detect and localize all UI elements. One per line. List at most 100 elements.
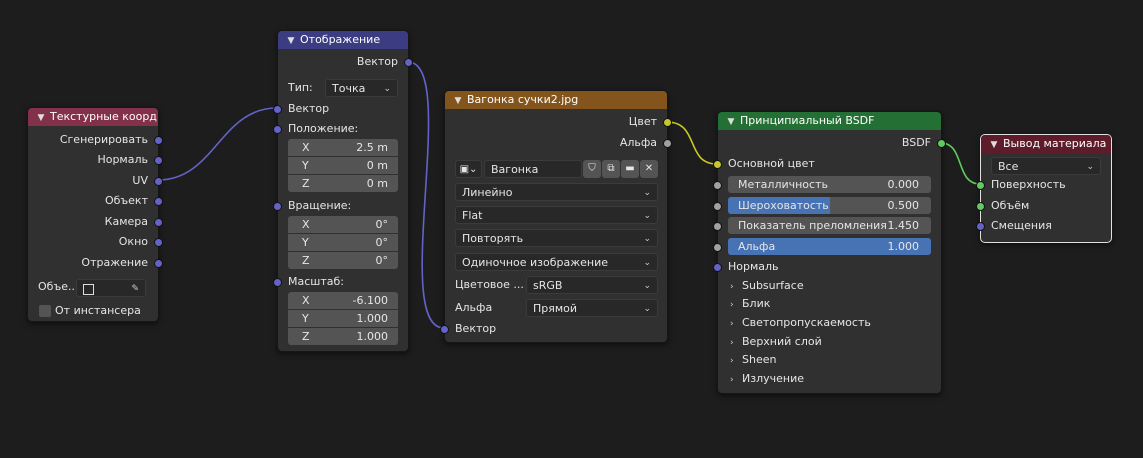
extension-dropdown[interactable]: Повторять ⌄ — [455, 229, 658, 247]
output-header[interactable]: ▼ Вывод материала — [981, 135, 1111, 153]
target-dropdown[interactable]: Все ⌄ — [991, 157, 1101, 175]
texcoord-header[interactable]: ▼ Текстурные коорд... — [28, 108, 158, 126]
scale-y[interactable]: Y 1.000 — [288, 310, 398, 327]
socket-mapping-in-vector[interactable] — [273, 105, 282, 114]
colorspace-dropdown[interactable]: sRGB ⌄ — [526, 276, 658, 294]
extension-value: Повторять — [462, 232, 524, 245]
type-dropdown[interactable]: Точка ⌄ — [325, 79, 398, 97]
socket-mapping-out-vector[interactable] — [404, 58, 413, 67]
socket-window[interactable] — [154, 238, 163, 247]
bsdf-header[interactable]: ▼ Принципиальный BSDF — [718, 112, 941, 130]
socket-generated[interactable] — [154, 136, 163, 145]
socket-normal[interactable] — [154, 156, 163, 165]
panel-emission[interactable]: › Излучение — [730, 370, 804, 388]
socket-rotation[interactable] — [273, 202, 282, 211]
socket-image-color[interactable] — [663, 118, 672, 127]
open-button[interactable]: ▬ — [621, 160, 639, 178]
socket-location[interactable] — [273, 125, 282, 134]
principled-bsdf-node[interactable]: ▼ Принципиальный BSDF BSDF Основной цвет … — [713, 111, 946, 394]
panel-coat[interactable]: › Верхний слой — [730, 333, 822, 351]
image-browse-button[interactable]: ▣⌄ — [455, 160, 482, 178]
output-title: Вывод материала — [1003, 137, 1107, 150]
chevron-down-icon[interactable]: ▼ — [453, 92, 463, 109]
socket-alpha[interactable] — [713, 243, 722, 252]
ior-slider[interactable]: Показатель преломления 1.450 — [728, 217, 931, 234]
location-y[interactable]: Y0 m — [288, 157, 398, 174]
link-bsdf-to-surface — [940, 142, 981, 185]
rotation-y[interactable]: Y 0° — [288, 234, 398, 251]
socket-metallic[interactable] — [713, 181, 722, 190]
alpha-slider[interactable]: Альфа 1.000 — [728, 238, 931, 255]
panel-transmission[interactable]: › Светопропускаемость — [730, 314, 871, 332]
instancer-checkbox[interactable] — [39, 305, 51, 317]
scale-x[interactable]: X -6.100 — [288, 292, 398, 309]
chevron-down-icon[interactable]: ▼ — [286, 32, 296, 49]
unlink-button[interactable]: ✕ — [640, 160, 658, 178]
image-texture-node[interactable]: ▼ Вагонка сучки2.jpg Цвет Альфа ▣⌄ Вагонк… — [440, 90, 672, 343]
shield-icon: ⛉ — [588, 163, 596, 174]
projection-dropdown[interactable]: Flat ⌄ — [455, 206, 658, 224]
socket-roughness[interactable] — [713, 202, 722, 211]
roughness-slider[interactable]: Шероховатость 0.500 — [728, 197, 931, 214]
output-object: Объект — [104, 194, 148, 207]
texture-coordinate-node[interactable]: ▼ Текстурные коорд... Сгенерировать Норма… — [27, 107, 163, 322]
socket-object[interactable] — [154, 197, 163, 206]
image-name-field[interactable]: Вагонка сучки2... — [484, 160, 582, 194]
chevron-down-icon[interactable]: ▼ — [989, 136, 999, 153]
object-picker[interactable]: ✎ — [76, 279, 146, 297]
mapping-header[interactable]: ▼ Отображение — [278, 31, 408, 49]
material-output-node[interactable]: ▼ Вывод материала Все ⌄ Поверхность Объём … — [976, 134, 1112, 243]
panel-specular[interactable]: › Блик — [730, 295, 770, 313]
output-reflection: Отражение — [81, 256, 148, 269]
location-x[interactable]: X 2.5 m — [288, 139, 398, 156]
socket-volume[interactable] — [976, 202, 985, 211]
socket-image-alpha[interactable] — [663, 139, 672, 148]
source-dropdown[interactable]: Одиночное изображение ⌄ — [455, 253, 658, 271]
rotation-z[interactable]: Z 0° — [288, 252, 398, 269]
socket-displacement[interactable] — [976, 222, 985, 231]
alpha-mode-dropdown[interactable]: Прямой ⌄ — [526, 299, 658, 317]
duplicate-button[interactable]: ⧉ — [602, 160, 620, 178]
alpha-mode-label: Альфа — [455, 301, 493, 314]
output-generated: Сгенерировать — [59, 133, 148, 146]
chevron-right-icon: › — [730, 375, 734, 385]
socket-ior[interactable] — [713, 222, 722, 231]
socket-base-color[interactable] — [713, 160, 722, 169]
panel-subsurface[interactable]: › Subsurface — [730, 277, 804, 295]
socket-surface[interactable] — [976, 181, 985, 190]
rotation-x[interactable]: X 0° — [288, 216, 398, 233]
mapping-node[interactable]: ▼ Отображение Вектор Тип: Точка ⌄ Вектор П… — [273, 30, 413, 352]
chevron-down-icon: ⌄ — [1086, 162, 1094, 172]
chevron-down-icon: ⌄ — [643, 281, 651, 291]
socket-uv[interactable] — [154, 177, 163, 186]
chevron-down-icon: ⌄ — [383, 84, 391, 94]
metallic-slider[interactable]: Металличность 0.000 — [728, 176, 931, 193]
socket-reflection[interactable] — [154, 259, 163, 268]
interpolation-value: Линейно — [462, 186, 513, 199]
image-header[interactable]: ▼ Вагонка сучки2.jpg — [445, 91, 667, 109]
chevron-down-icon: ⌄ — [643, 211, 651, 221]
socket-image-vector[interactable] — [440, 325, 449, 334]
socket-camera[interactable] — [154, 218, 163, 227]
scale-z[interactable]: Z 1.000 — [288, 328, 398, 345]
image-input-vector: Вектор — [455, 322, 497, 335]
chevron-down-icon: ⌄ — [643, 304, 651, 314]
location-z[interactable]: Z0 m — [288, 175, 398, 192]
chevron-down-icon[interactable]: ▼ — [726, 113, 736, 130]
link-vector-to-image-vector — [407, 61, 445, 329]
fake-user-button[interactable]: ⛉ — [583, 160, 601, 178]
image-icon: ▣⌄ — [459, 164, 478, 175]
socket-normal-in[interactable] — [713, 263, 722, 272]
projection-value: Flat — [462, 209, 483, 222]
socket-scale[interactable] — [273, 278, 282, 287]
mapping-title: Отображение — [300, 33, 381, 46]
bsdf-title: Принципиальный BSDF — [740, 114, 875, 127]
panel-sheen[interactable]: › Sheen — [730, 351, 776, 369]
eyedropper-icon[interactable]: ✎ — [131, 280, 139, 298]
link-uv-to-vector — [157, 107, 278, 181]
chevron-down-icon[interactable]: ▼ — [36, 109, 46, 126]
base-color-label: Основной цвет — [728, 157, 815, 170]
rotation-label: Вращение: — [288, 199, 352, 212]
interpolation-dropdown[interactable]: Линейно ⌄ — [455, 183, 658, 201]
socket-bsdf-out[interactable] — [937, 139, 946, 148]
